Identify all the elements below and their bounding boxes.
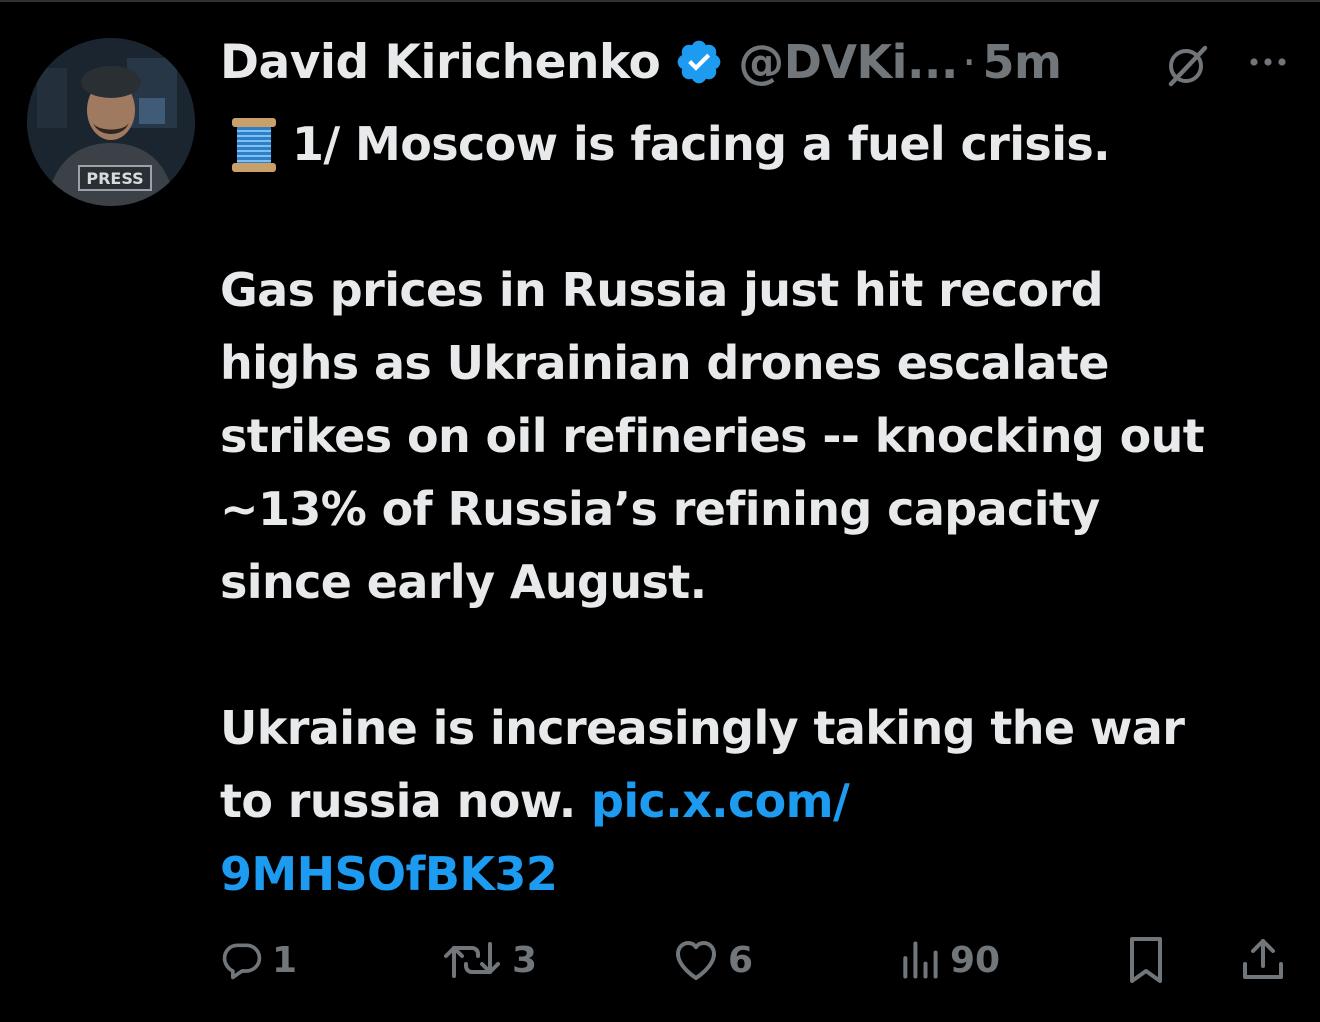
action-bar: 1 3 6 90	[0, 930, 1320, 990]
grok-icon[interactable]	[1165, 42, 1211, 88]
tweet-line-1: 1/ Moscow is facing a fuel crisis.	[220, 108, 1315, 181]
share-button[interactable]	[1240, 930, 1286, 990]
separator-dot: ·	[961, 35, 977, 89]
share-icon	[1243, 939, 1283, 979]
tweet-line: Ukraine is increasingly taking the war	[220, 701, 1185, 755]
bookmark-button[interactable]	[1124, 930, 1168, 990]
tweet-headline: 1/ Moscow is facing a fuel crisis.	[292, 117, 1111, 171]
tweet-line-with-link: to russia now. pic.x.com/	[220, 765, 1315, 838]
reply-count: 1	[272, 939, 298, 981]
like-button[interactable]: 6	[672, 930, 753, 990]
reply-icon	[222, 943, 262, 980]
timestamp[interactable]: 5m	[983, 35, 1062, 89]
media-link-continued[interactable]: 9MHSOfBK32	[220, 838, 1315, 911]
avatar-badge-text: PRESS	[86, 169, 143, 188]
top-divider	[0, 0, 1320, 2]
tweet-line: strikes on oil refineries -- knocking ou…	[220, 409, 1205, 463]
tweet-line-text: to russia now.	[220, 774, 592, 828]
repost-icon	[444, 942, 500, 978]
spool-emoji-icon	[232, 117, 276, 172]
more-dots-icon[interactable]	[1248, 50, 1288, 74]
bookmark-icon	[1130, 937, 1162, 983]
repost-count: 3	[512, 939, 538, 981]
heart-icon	[676, 941, 716, 980]
avatar[interactable]: PRESS	[27, 38, 195, 206]
tweet-line: since early August.	[220, 555, 707, 609]
tweet-header: David Kirichenko @DVKi... · 5m	[220, 30, 1062, 94]
avatar-photo: PRESS	[27, 38, 195, 206]
views-count: 90	[950, 939, 1001, 981]
verified-badge-icon[interactable]	[674, 37, 724, 87]
reply-button[interactable]: 1	[220, 930, 297, 990]
tweet-line: highs as Ukrainian drones escalate	[220, 336, 1109, 390]
views-button[interactable]: 90	[898, 930, 1000, 990]
author-handle[interactable]: @DVKi...	[738, 35, 958, 89]
tweet-line: Gas prices in Russia just hit record	[220, 263, 1104, 317]
media-link[interactable]: pic.x.com/	[591, 774, 850, 828]
tweet-text: 1/ Moscow is facing a fuel crisis. Gas p…	[220, 108, 1315, 911]
tweet-line: ~13% of Russia’s refining capacity	[220, 482, 1100, 536]
views-bar-chart-icon	[903, 941, 938, 979]
like-count: 6	[728, 939, 754, 981]
repost-button[interactable]: 3	[440, 930, 537, 990]
author-name[interactable]: David Kirichenko	[220, 35, 661, 90]
